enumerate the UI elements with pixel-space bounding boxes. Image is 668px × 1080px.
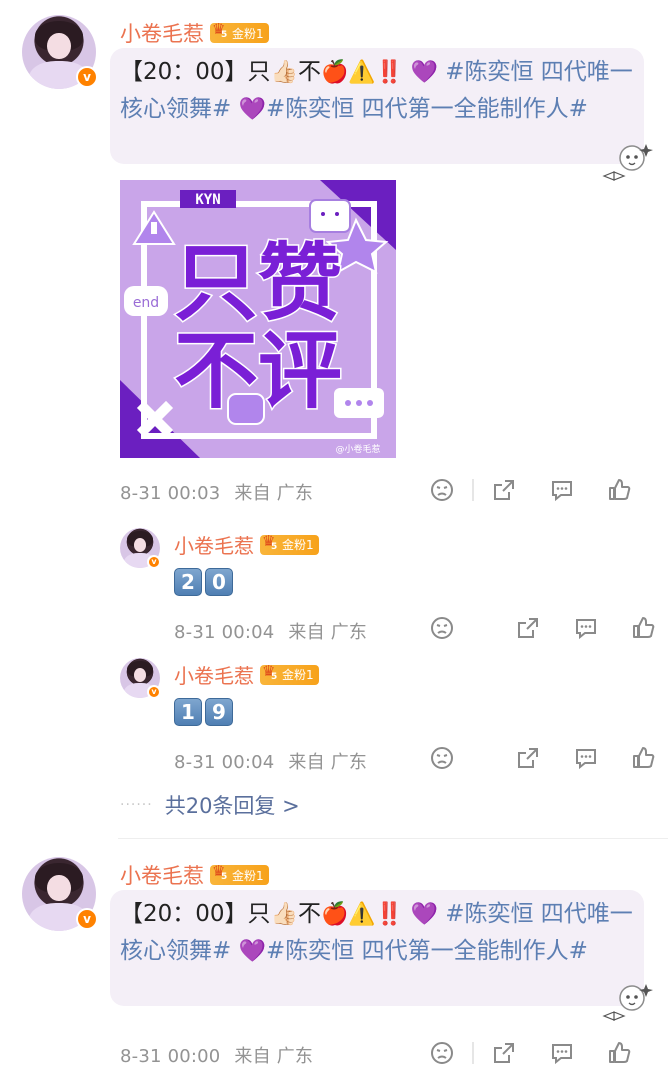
keycap-digit: 1 xyxy=(174,698,202,726)
share-icon[interactable] xyxy=(514,614,542,642)
verified-badge-icon: v xyxy=(147,685,161,699)
verified-badge-icon: v xyxy=(147,555,161,569)
comment-icon[interactable] xyxy=(572,614,600,642)
section-divider xyxy=(118,838,668,839)
like-icon[interactable] xyxy=(606,1039,634,1067)
post-time: 8-31 00:03 xyxy=(120,483,221,504)
like-icon[interactable] xyxy=(630,614,658,642)
reply-text: 19 xyxy=(174,698,236,726)
warning-icon: ⚠️ xyxy=(348,902,376,927)
like-icon[interactable] xyxy=(606,476,634,504)
reply-text: 20 xyxy=(174,568,236,596)
corner-tag: KYN xyxy=(195,192,220,208)
fan-badge[interactable]: ♛ 5 金粉1 xyxy=(260,532,319,555)
fan-badge[interactable]: ♛ 5 金粉1 xyxy=(260,662,319,685)
post-image[interactable]: KYN end 只赞 不评 @小卷毛惹 xyxy=(120,180,396,458)
thumbs-up-icon: 👍🏻 xyxy=(270,60,298,85)
warning-icon: ⚠️ xyxy=(348,60,376,85)
topic-link[interactable]: #陈奕恒 四代第一全能制作人# xyxy=(266,938,588,964)
more-replies[interactable]: ······ 共20条回复 > xyxy=(120,790,300,820)
comment-icon[interactable] xyxy=(548,1039,576,1067)
bubble-decoration-icon xyxy=(602,144,653,181)
sad-face-icon[interactable] xyxy=(428,744,456,772)
verified-badge-icon: v xyxy=(76,908,98,930)
post-actions xyxy=(428,1039,634,1067)
purple-heart-icon: 💜 xyxy=(410,902,438,927)
share-icon[interactable] xyxy=(490,1039,518,1067)
fan-badge[interactable]: ♛ 5 金粉1 xyxy=(210,862,269,885)
apple-icon: 🍎 xyxy=(320,902,349,927)
reply-meta: 8-31 00:04 来自 广东 xyxy=(174,618,367,644)
username[interactable]: 小卷毛惹 xyxy=(120,860,204,890)
keycap-digit: 0 xyxy=(205,568,233,596)
reply-time: 8-31 00:04 xyxy=(174,622,275,643)
post-time: 8-31 00:00 xyxy=(120,1046,221,1067)
topic-link[interactable]: #陈奕恒 四代第一全能制作人# xyxy=(266,96,588,122)
reply-actions xyxy=(428,744,658,772)
bubble-decoration-icon xyxy=(602,984,653,1021)
post-actions xyxy=(428,476,634,504)
post-location: 来自 广东 xyxy=(234,483,314,504)
post-location: 来自 广东 xyxy=(234,1046,314,1067)
sad-face-icon[interactable] xyxy=(428,476,456,504)
divider xyxy=(472,479,474,501)
dots-divider: ······ xyxy=(120,797,153,813)
reply-time: 8-31 00:04 xyxy=(174,752,275,773)
post-meta: 8-31 00:00 来自 广东 xyxy=(120,1042,313,1068)
reply-location: 来自 广东 xyxy=(288,622,368,643)
sad-face-icon[interactable] xyxy=(428,1039,456,1067)
post-text: 【20：00】只👍🏻不🍎⚠️‼️ 💜 #陈奕恒 四代唯一核心领舞# 💜#陈奕恒 … xyxy=(120,896,640,970)
share-icon[interactable] xyxy=(514,744,542,772)
comment-icon[interactable] xyxy=(548,476,576,504)
post-meta: 8-31 00:03 来自 广东 xyxy=(120,479,313,505)
verified-badge-icon: v xyxy=(76,66,98,88)
end-sticker: end xyxy=(133,295,159,311)
apple-icon: 🍎 xyxy=(320,60,349,85)
keycap-digit: 2 xyxy=(174,568,202,596)
sad-face-icon[interactable] xyxy=(428,614,456,642)
reply-actions xyxy=(428,614,658,642)
image-artwork: KYN end 只赞 不评 @小卷毛惹 xyxy=(120,180,396,458)
keycap-digit: 9 xyxy=(205,698,233,726)
username[interactable]: 小卷毛惹 xyxy=(174,660,254,689)
purple-heart-icon: 💜 xyxy=(410,60,438,85)
comment-icon[interactable] xyxy=(572,744,600,772)
more-replies-link[interactable]: 共20条回复 > xyxy=(165,790,300,820)
thumbs-up-icon: 👍🏻 xyxy=(270,902,298,927)
purple-heart-icon: 💜 xyxy=(238,97,266,122)
like-icon[interactable] xyxy=(630,744,658,772)
purple-heart-icon: 💜 xyxy=(238,939,266,964)
username[interactable]: 小卷毛惹 xyxy=(120,18,204,48)
reply-meta: 8-31 00:04 来自 广东 xyxy=(174,748,367,774)
username[interactable]: 小卷毛惹 xyxy=(174,530,254,559)
fan-badge[interactable]: ♛ 5 金粉1 xyxy=(210,20,269,43)
post-text: 【20：00】只👍🏻不🍎⚠️‼️ 💜 #陈奕恒 四代唯一核心领舞# 💜#陈奕恒 … xyxy=(120,54,640,128)
image-line-1: 只赞 xyxy=(174,234,342,332)
reply-location: 来自 广东 xyxy=(288,752,368,773)
watermark: @小卷毛惹 xyxy=(335,443,380,455)
double-exclamation-icon: ‼️ xyxy=(375,902,404,927)
divider xyxy=(472,1042,474,1064)
double-exclamation-icon: ‼️ xyxy=(375,60,404,85)
share-icon[interactable] xyxy=(490,476,518,504)
